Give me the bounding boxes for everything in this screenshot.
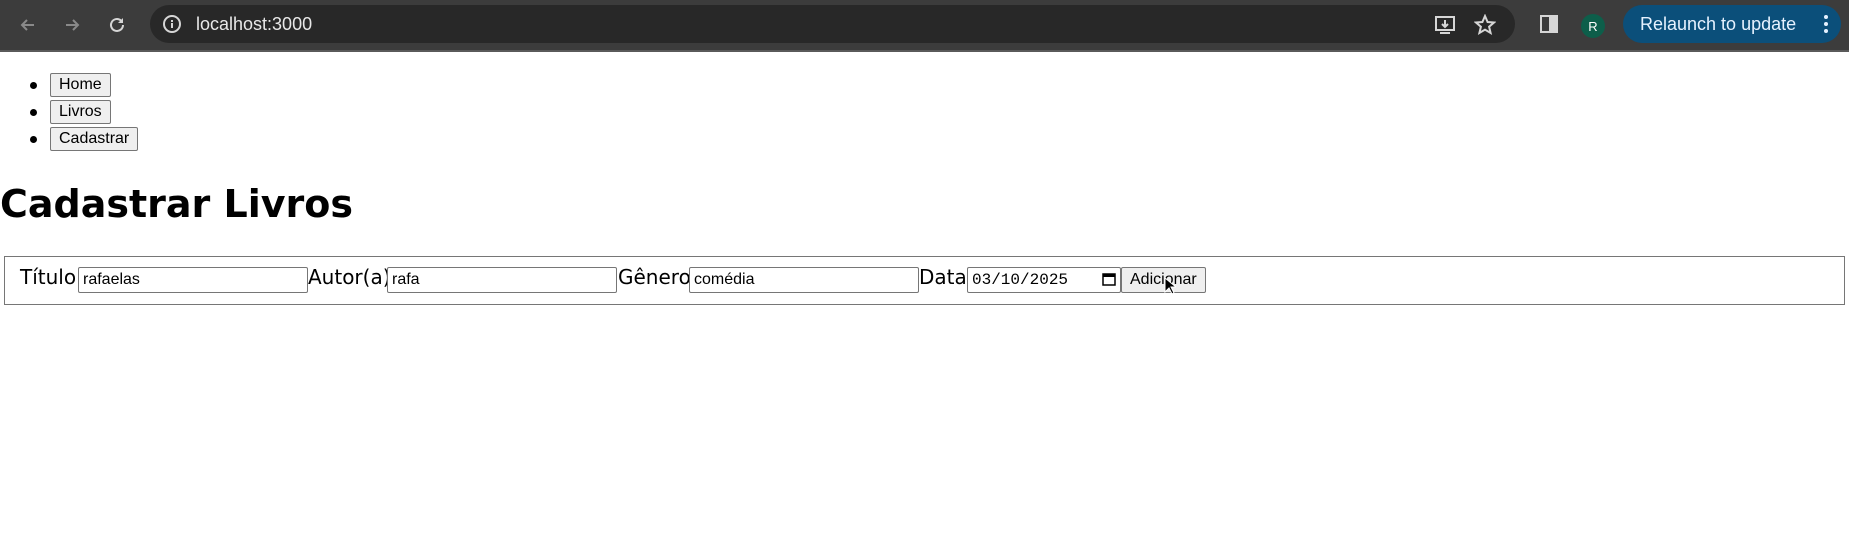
livros-button[interactable]: Livros bbox=[50, 100, 111, 124]
back-arrow-icon[interactable] bbox=[14, 11, 42, 39]
relaunch-button[interactable]: Relaunch to update bbox=[1623, 5, 1841, 43]
genero-label: Gênero: bbox=[618, 265, 698, 289]
reload-icon[interactable] bbox=[103, 11, 131, 39]
side-panel-icon[interactable] bbox=[1538, 13, 1560, 35]
autor-label: Autor(a): bbox=[308, 265, 398, 289]
genero-input[interactable]: comédia bbox=[689, 267, 919, 293]
bullet bbox=[30, 136, 37, 143]
cadastrar-button[interactable]: Cadastrar bbox=[50, 127, 139, 151]
site-info-icon[interactable] bbox=[160, 12, 184, 36]
profile-avatar[interactable]: R bbox=[1581, 14, 1605, 38]
book-form: Título: rafaelas Autor(a): rafa Gênero: … bbox=[4, 256, 1845, 305]
data-value: 03/10/2025 bbox=[972, 271, 1069, 289]
data-input[interactable]: 03/10/2025 bbox=[967, 267, 1121, 293]
titulo-input[interactable]: rafaelas bbox=[78, 267, 308, 293]
mouse-pointer-icon bbox=[1164, 276, 1178, 299]
bullet bbox=[30, 82, 37, 89]
titulo-label: Título: bbox=[20, 265, 83, 289]
calendar-icon[interactable] bbox=[1102, 272, 1116, 292]
page-title: Cadastrar Livros bbox=[0, 182, 353, 226]
page-content: Home Livros Cadastrar Cadastrar Livros T… bbox=[0, 54, 1849, 537]
forward-arrow-icon[interactable] bbox=[58, 11, 86, 39]
relaunch-label: Relaunch to update bbox=[1640, 13, 1797, 34]
bullet bbox=[30, 109, 37, 116]
address-bar[interactable]: localhost:3000 bbox=[150, 5, 1515, 43]
home-button[interactable]: Home bbox=[50, 73, 111, 97]
bookmark-star-icon[interactable] bbox=[1474, 14, 1496, 36]
autor-input[interactable]: rafa bbox=[387, 267, 617, 293]
url-text[interactable]: localhost:3000 bbox=[196, 14, 312, 35]
data-label: Data: bbox=[919, 265, 974, 289]
install-app-icon[interactable] bbox=[1434, 14, 1456, 36]
more-vert-icon[interactable] bbox=[1823, 13, 1829, 40]
browser-toolbar: localhost:3000 R Relaunch to update bbox=[0, 0, 1849, 52]
